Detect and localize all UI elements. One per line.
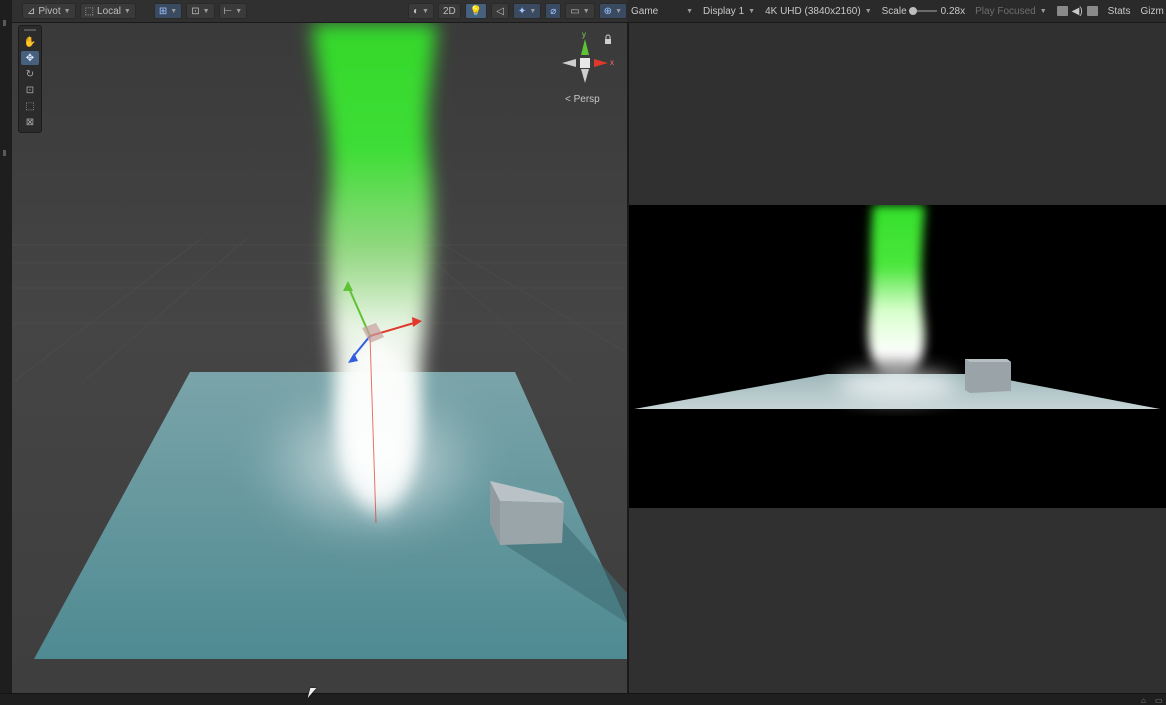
scale-control[interactable]: Scale 0.28x <box>882 6 965 17</box>
hand-tool-icon[interactable]: ✋ <box>21 35 39 49</box>
increment-snap-button[interactable]: ⊡ ▼ <box>186 3 215 19</box>
chevron-down-icon: ▼ <box>170 7 178 15</box>
game-toolbar-icons: ◀) <box>1056 6 1098 17</box>
ruler-button[interactable]: ⊢ ▼ <box>218 3 248 19</box>
gizmo-negy-cone[interactable] <box>581 69 589 83</box>
chevron-down-icon: ▼ <box>748 7 756 15</box>
scale-slider[interactable] <box>909 7 937 15</box>
dock-handle[interactable] <box>3 20 6 26</box>
status-bar: ⌂ ▭ <box>0 693 1166 705</box>
rect-tool-icon[interactable]: ⬚ <box>21 99 39 113</box>
chevron-down-icon: ▼ <box>1039 7 1047 15</box>
view-dropdown[interactable]: Game ▼ <box>631 6 693 17</box>
audio-mute-icon[interactable]: ◀) <box>1072 6 1083 17</box>
audio-toggle[interactable]: ◁ <box>491 3 509 19</box>
camera-icon: ▭ <box>570 5 580 17</box>
effects-icon: ✦ <box>517 5 527 17</box>
grid-snap-button[interactable]: ⊞ ▼ <box>153 3 183 19</box>
progress-icon[interactable]: ⌂ <box>1141 696 1146 705</box>
play-mode-label: Play Focused <box>975 5 1036 17</box>
palette-grip[interactable] <box>24 29 36 31</box>
gizmos-dropdown[interactable]: ⊕ ▼ <box>598 3 627 19</box>
mode-2d-label: 2D <box>442 5 456 17</box>
resolution-label: 4K UHD (3840x2160) <box>765 5 861 17</box>
pivot-label: Pivot <box>38 5 61 17</box>
gizmo-y-label: y <box>582 30 586 39</box>
shortcuts-icon[interactable] <box>1086 6 1098 16</box>
chevron-down-icon: ▼ <box>615 7 622 15</box>
console-icon[interactable]: ▭ <box>1155 696 1163 705</box>
scale-tool-icon[interactable]: ⊡ <box>21 83 39 97</box>
shading-mode-icon: ◐ <box>412 5 420 17</box>
gizmo-y-cone[interactable] <box>581 39 589 55</box>
local-label: Local <box>97 5 121 17</box>
game-toolbar: Game ▼ Display 1 ▼ 4K UHD (3840x2160) ▼ … <box>627 0 1166 23</box>
ruler-icon: ⊢ <box>223 5 233 17</box>
lighting-toggle[interactable]: 💡 <box>464 3 488 19</box>
lighting-icon: 💡 <box>469 5 483 17</box>
chevron-down-icon: ▼ <box>529 7 537 15</box>
chevron-down-icon: ▼ <box>686 7 693 15</box>
camera-settings-dropdown[interactable]: ▭ ▼ <box>565 3 595 19</box>
audio-icon: ◁ <box>496 5 504 17</box>
stats-toggle[interactable]: Stats <box>1108 6 1131 17</box>
game-render-area <box>629 205 1166 508</box>
transform-tool-icon[interactable]: ⊠ <box>21 115 39 129</box>
increment-snap-icon: ⊡ <box>191 5 200 17</box>
gizmo-negx-cone[interactable] <box>562 59 576 67</box>
scale-label: Scale <box>881 5 907 17</box>
hidden-objects-icon: ⌀ <box>550 5 557 17</box>
scene-grid <box>12 237 627 384</box>
dock-handle[interactable] <box>3 150 6 156</box>
pivot-dropdown[interactable]: ⊿ Pivot ▼ <box>22 3 76 19</box>
gizmos-toggle[interactable]: Gizm <box>1140 6 1163 17</box>
resolution-dropdown[interactable]: 4K UHD (3840x2160) ▼ <box>765 6 872 17</box>
chevron-down-icon: ▼ <box>422 7 429 15</box>
mode-2d-toggle[interactable]: 2D <box>437 3 461 19</box>
scene-toolbar: ⊿ Pivot ▼ ⬚ Local ▼ ⊞ ▼ ⊡ ▼ ⊢ ▼ ◐ ▼ 2D 💡… <box>12 0 627 23</box>
gizmos-icon: ⊕ <box>603 5 613 17</box>
game-cube <box>965 359 1011 393</box>
gizmo-center-cube[interactable] <box>580 58 590 68</box>
chevron-down-icon: ▼ <box>235 7 243 15</box>
game-particle-beam <box>868 205 925 381</box>
scale-slider-knob[interactable] <box>909 7 918 15</box>
shading-mode-dropdown[interactable]: ◐ ▼ <box>407 3 434 19</box>
grid-snap-icon: ⊞ <box>158 5 168 17</box>
chevron-down-icon: ▼ <box>123 7 131 15</box>
left-dock-strip <box>0 0 12 705</box>
tools-palette: ✋ ✥ ↻ ⊡ ⬚ ⊠ <box>18 25 42 133</box>
display-dropdown[interactable]: Display 1 ▼ <box>703 6 755 17</box>
gizmo-x-label: x <box>610 58 614 67</box>
gizmo-x-cone[interactable] <box>594 59 608 67</box>
chevron-down-icon: ▼ <box>63 7 71 15</box>
chevron-down-icon: ▼ <box>202 7 210 15</box>
play-mode-dropdown[interactable]: Play Focused ▼ <box>975 6 1047 17</box>
hidden-objects-toggle[interactable]: ⌀ <box>545 3 562 19</box>
local-dropdown[interactable]: ⬚ Local ▼ <box>79 3 136 19</box>
persp-toggle[interactable]: < Persp <box>565 94 600 105</box>
scene-render: y x <box>12 23 627 659</box>
gizmos-label: Gizm <box>1140 5 1164 17</box>
game-view[interactable] <box>629 23 1166 693</box>
view-label: Game <box>631 5 659 17</box>
scale-value: 0.28x <box>940 5 966 17</box>
frame-debugger-icon[interactable] <box>1056 6 1068 16</box>
effects-dropdown[interactable]: ✦ ▼ <box>512 3 542 19</box>
display-label: Display 1 <box>703 5 745 17</box>
pivot-icon: ⊿ <box>27 5 36 17</box>
chevron-down-icon: ▼ <box>864 7 872 15</box>
lock-icon[interactable] <box>605 34 611 44</box>
stats-label: Stats <box>1107 5 1131 17</box>
rotate-tool-icon[interactable]: ↻ <box>21 67 39 81</box>
chevron-down-icon: ▼ <box>582 7 590 15</box>
game-render <box>634 205 1160 409</box>
scene-view[interactable]: y x ✋ ✥ ↻ ⊡ ⬚ ⊠ < Persp <box>12 23 627 693</box>
move-tool-icon[interactable]: ✥ <box>21 51 39 65</box>
unity-editor: ⊿ Pivot ▼ ⬚ Local ▼ ⊞ ▼ ⊡ ▼ ⊢ ▼ ◐ ▼ 2D 💡… <box>0 0 1166 705</box>
local-icon: ⬚ <box>84 5 95 17</box>
